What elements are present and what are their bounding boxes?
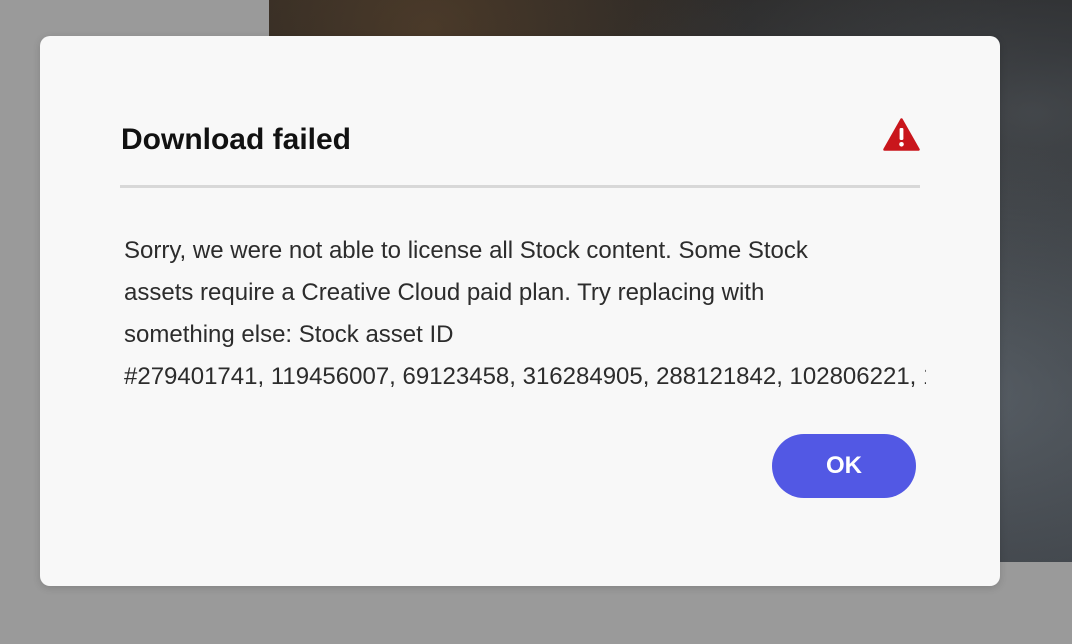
ok-button[interactable]: OK <box>772 434 916 498</box>
asset-id-list: #279401741, 119456007, 69123458, 3162849… <box>124 363 926 390</box>
message-line: assets require a Creative Cloud paid pla… <box>124 279 765 306</box>
dialog-message: Sorry, we were not able to license all S… <box>124 230 926 400</box>
message-line: Sorry, we were not able to license all S… <box>124 237 808 264</box>
message-line: something else: Stock asset ID <box>124 321 454 348</box>
title-divider <box>120 185 920 188</box>
alert-triangle-icon <box>883 118 920 151</box>
download-failed-dialog: Download failed Sorry, we were not able … <box>40 36 1000 586</box>
dialog-title: Download failed <box>121 123 352 156</box>
